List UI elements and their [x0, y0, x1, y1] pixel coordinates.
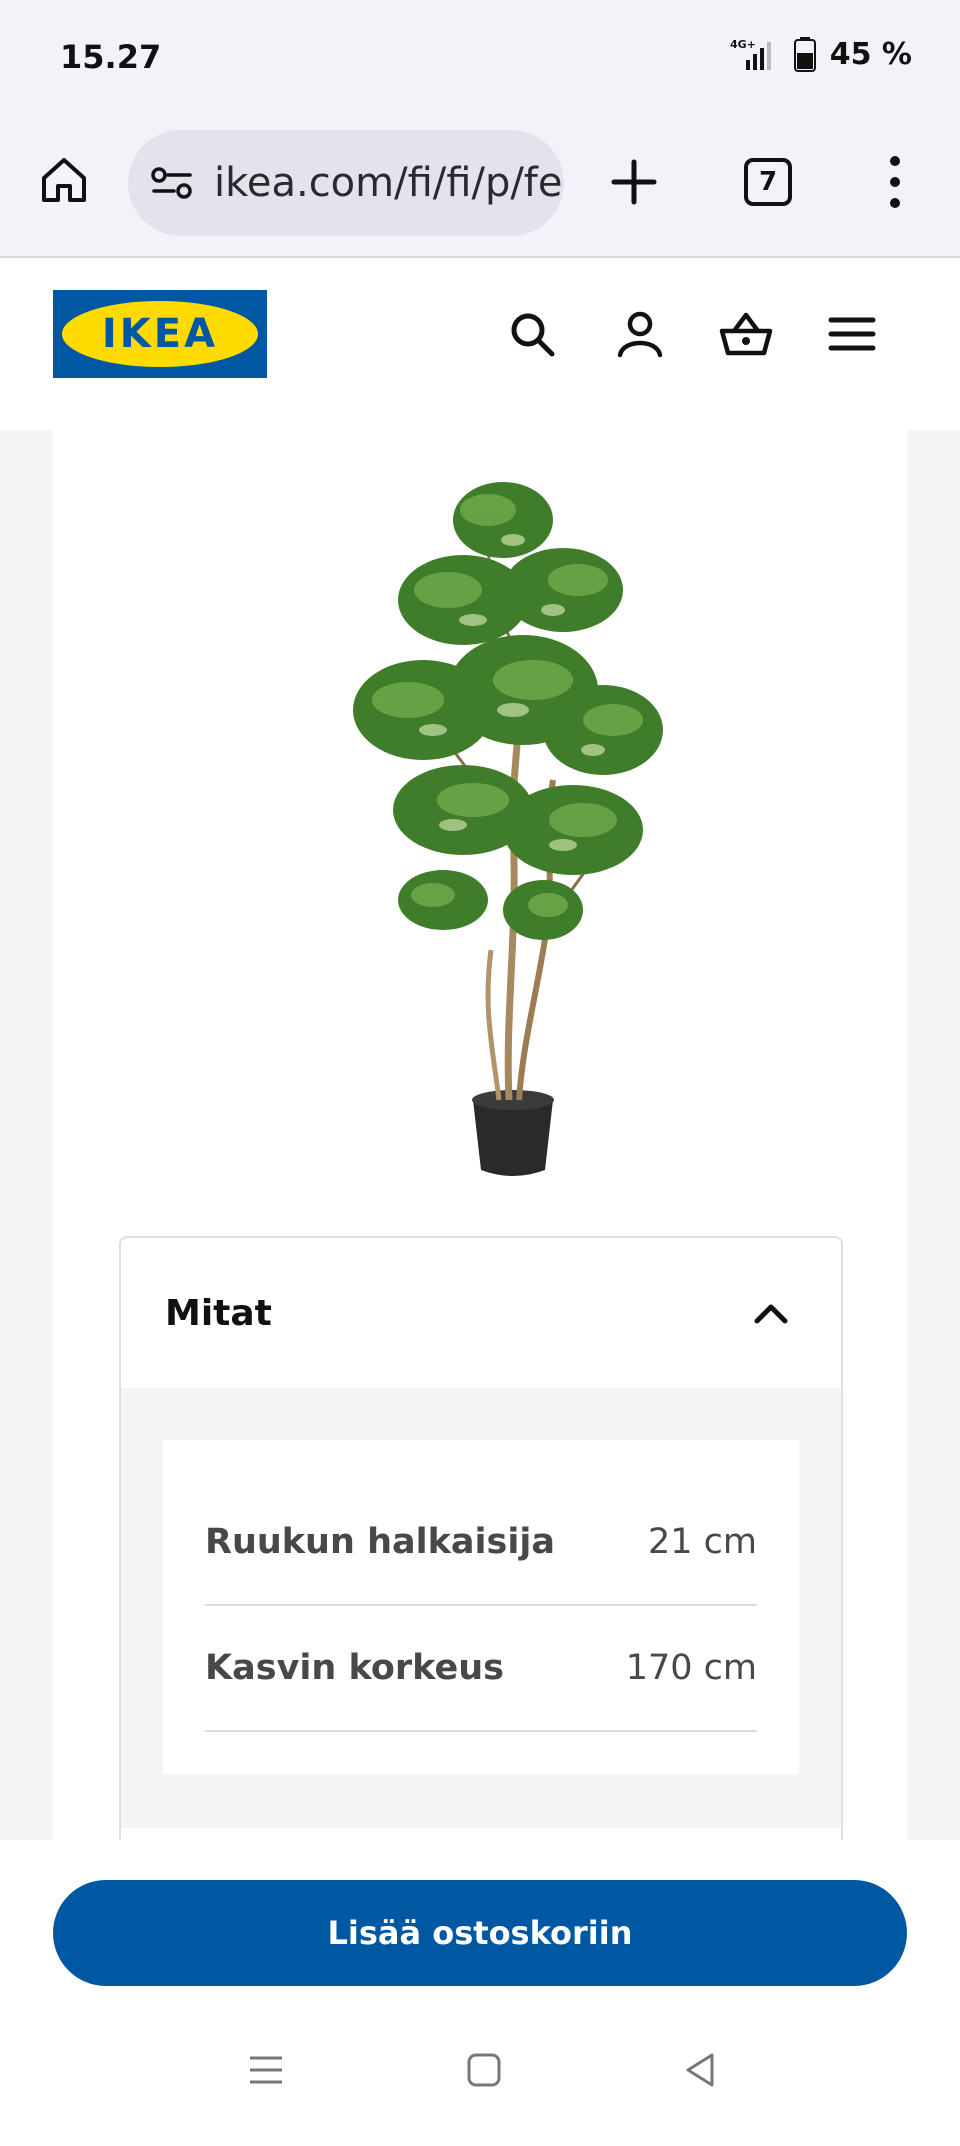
tab-count: 7 [758, 167, 778, 197]
add-to-cart-button[interactable]: Lisää ostoskoriin [53, 1880, 907, 1986]
dimension-label: Kasvin korkeus [205, 1648, 504, 1688]
new-tab-icon[interactable] [608, 156, 660, 208]
hamburger-menu-icon[interactable] [824, 306, 880, 362]
status-bar: 15.27 4G+ 45 % [0, 0, 960, 112]
system-navigation-bar [0, 1990, 960, 2146]
ikea-logo[interactable]: IKEA [53, 290, 267, 378]
dimension-value: 170 cm [625, 1648, 757, 1688]
dimensions-accordion: Mitat Ruukun halkaisija 21 cm Kasvin kor… [119, 1236, 843, 1856]
back-icon[interactable] [670, 2040, 730, 2100]
dimension-label: Ruukun halkaisija [205, 1522, 555, 1562]
add-to-cart-bar: Lisää ostoskoriin [0, 1840, 960, 1990]
recent-apps-icon[interactable] [236, 2040, 296, 2100]
accordion-body: Ruukun halkaisija 21 cm Kasvin korkeus 1… [121, 1388, 841, 1828]
home-icon[interactable] [38, 154, 90, 206]
account-icon[interactable] [612, 306, 668, 362]
site-settings-icon[interactable] [150, 165, 194, 201]
site-header: IKEA [0, 260, 960, 430]
battery-icon [793, 37, 816, 72]
product-panel: Mitat Ruukun halkaisija 21 cm Kasvin kor… [53, 430, 907, 1856]
signal-4g-icon: 4G+ [730, 38, 771, 70]
status-time: 15.27 [60, 38, 162, 76]
status-indicators: 4G+ 45 % [724, 36, 912, 72]
product-content: Mitat Ruukun halkaisija 21 cm Kasvin kor… [0, 430, 960, 1856]
battery-percent: 45 % [829, 36, 912, 72]
accordion-header[interactable]: Mitat [121, 1238, 841, 1388]
dimension-row: Kasvin korkeus 170 cm [205, 1606, 757, 1732]
logo-text: IKEA [101, 311, 219, 357]
search-icon[interactable] [504, 306, 560, 362]
tabs-icon[interactable]: 7 [744, 158, 792, 206]
chevron-up-icon[interactable] [753, 1301, 789, 1325]
url-text[interactable]: ikea.com/fi/fi/p/fe [214, 160, 563, 206]
address-bar[interactable]: ikea.com/fi/fi/p/fe [128, 130, 564, 236]
product-image[interactable] [313, 450, 733, 1190]
home-button-icon[interactable] [454, 2040, 514, 2100]
network-type-label: 4G+ [730, 38, 756, 51]
more-menu-icon[interactable] [880, 156, 910, 208]
dimension-value: 21 cm [648, 1522, 757, 1562]
dimensions-table: Ruukun halkaisija 21 cm Kasvin korkeus 1… [163, 1440, 799, 1774]
dimension-row: Ruukun halkaisija 21 cm [205, 1480, 757, 1606]
accordion-title: Mitat [165, 1292, 272, 1334]
browser-toolbar: ikea.com/fi/fi/p/fe 7 [0, 112, 960, 258]
cart-icon[interactable] [718, 306, 774, 362]
